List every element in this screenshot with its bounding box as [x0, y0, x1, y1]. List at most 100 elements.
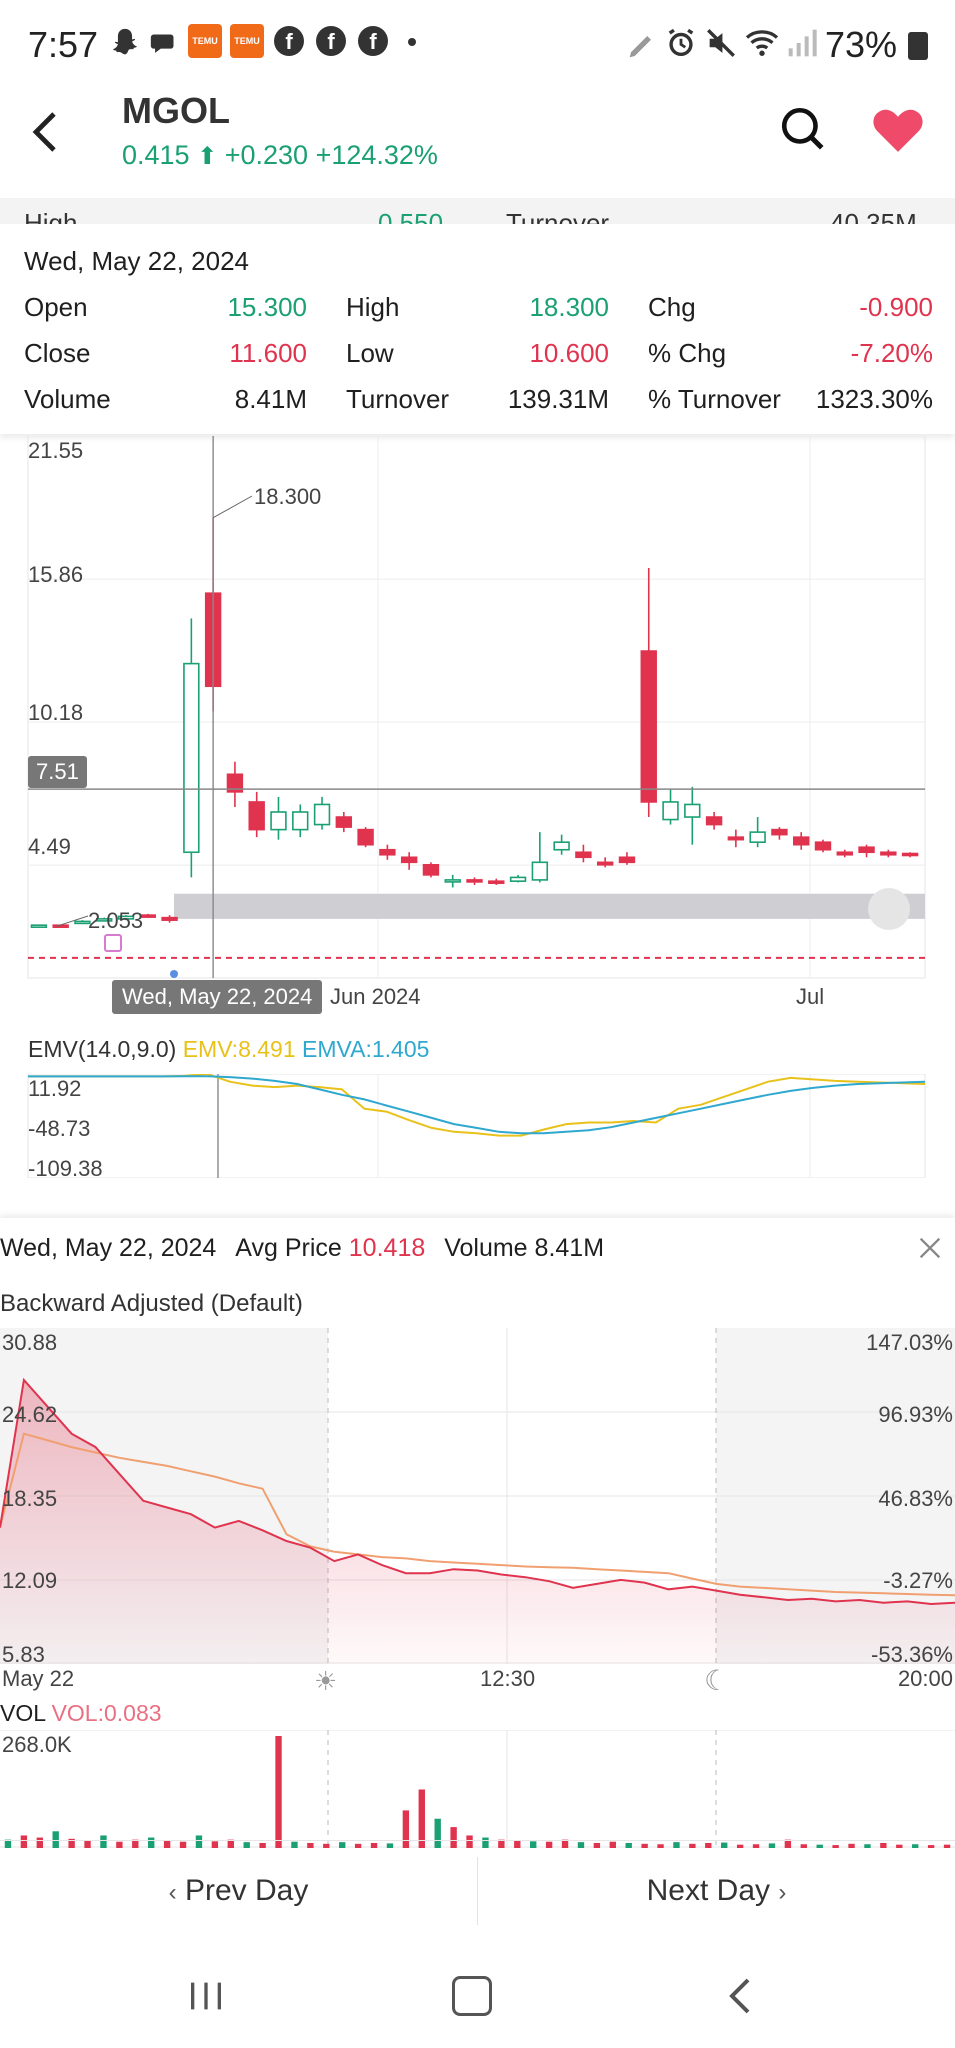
candle-detail-card: Wed, May 22, 2024 Open 15.300 High 18.30… [0, 226, 955, 434]
low-annotation: 2.053 [88, 908, 144, 933]
candle-body [727, 836, 745, 841]
pturnover-value: 1323.30% [815, 384, 933, 414]
x-tick-label: Jun 2024 [330, 984, 421, 1009]
candle-body [531, 861, 549, 881]
peek-high-value: 0.550 [378, 208, 444, 224]
day-navigation: ‹ Prev Day Next Day › [0, 1840, 955, 1941]
candle-body [466, 879, 483, 883]
peek-turnover-value: 40.35M [830, 208, 917, 224]
mute-icon [704, 26, 738, 69]
emv-legend: EMV(14.0,9.0) EMV:8.491 EMVA:1.405 [28, 1036, 429, 1063]
candle-body [270, 811, 287, 831]
search-icon[interactable] [778, 104, 828, 159]
next-day-label: Next Day [646, 1874, 771, 1907]
candle-body [52, 924, 69, 928]
candle-body [771, 828, 788, 836]
intraday-x-label: 20:00 [897, 1666, 953, 1691]
candle-body [793, 836, 810, 846]
candle-body [400, 856, 418, 864]
high-annotation-leader [212, 495, 253, 519]
fullscreen-icon[interactable] [868, 888, 910, 930]
emv-y-label: 11.92 [28, 1076, 82, 1101]
intraday-volume-label: Volume [444, 1234, 528, 1262]
wifi-icon [744, 24, 780, 69]
recent-apps-icon[interactable] [186, 1978, 226, 2019]
dividend-dot-icon[interactable] [170, 970, 178, 978]
high-annotation: 18.300 [254, 484, 322, 509]
pchg-value: -7.20% [850, 338, 933, 368]
candle-body [488, 880, 505, 884]
emv-series-emva [28, 1075, 926, 1135]
prev-day-button[interactable]: ‹ Prev Day [0, 1841, 477, 1941]
moon-icon: ☾ [704, 1665, 730, 1696]
last-price: 0.415 [122, 140, 190, 170]
candle-body [313, 803, 331, 826]
turnover-value: 139.31M [507, 384, 609, 414]
intraday-y-left: 12.09 [2, 1568, 58, 1593]
volume-legend: VOL VOL:0.083 [0, 1700, 162, 1727]
candle-body [901, 852, 919, 857]
candle-body [379, 848, 396, 856]
candle-body [749, 831, 766, 843]
candle-body [618, 856, 636, 864]
volume-value-label: VOL:0.083 [51, 1700, 162, 1726]
prev-day-label: Prev Day [184, 1874, 309, 1907]
y-tick-label: 10.18 [28, 700, 84, 725]
emv-y-label: -109.38 [28, 1156, 103, 1181]
adjustment-selector[interactable]: Backward Adjusted (Default) [0, 1290, 303, 1318]
y-tick-label: 15.86 [28, 562, 84, 587]
volume-profile-band [174, 893, 925, 919]
price-change-pct: +124.32% [315, 140, 438, 170]
intraday-y-right: 96.93% [878, 1402, 953, 1427]
candle-body [858, 846, 875, 854]
candle-body [357, 828, 374, 846]
volume-grid [0, 1730, 955, 1848]
stock-quote: 0.415 ⬆ +0.230 +124.32% [122, 140, 438, 171]
avg-price-label: Avg Price [235, 1234, 342, 1262]
volume-chart[interactable] [0, 1730, 955, 1848]
facebook-icon: f [274, 26, 304, 56]
candle-body [422, 864, 440, 876]
emv-chart[interactable] [0, 1074, 955, 1178]
intraday-price-chart[interactable] [0, 1328, 955, 1664]
favorite-heart-icon[interactable] [870, 106, 926, 159]
daily-candlestick-chart[interactable] [0, 436, 955, 1036]
open-value: 15.300 [227, 292, 307, 322]
stock-symbol: MGOL [122, 90, 230, 131]
home-icon[interactable] [452, 1976, 492, 2016]
temu-icon: TEMU [188, 24, 222, 58]
status-time: 7:57 [28, 24, 99, 65]
close-value: 11.600 [229, 338, 307, 368]
y-tick-label: 4.49 [28, 834, 71, 859]
emv-frame [27, 1074, 926, 1178]
pchg-label: % Chg [648, 338, 727, 368]
crosshair-date-tag: Wed, May 22, 2024 [112, 980, 323, 1014]
crosshair-price-tag: 7.51 [28, 756, 87, 788]
intraday-y-right: -3.27% [883, 1568, 953, 1593]
volume-bar [275, 1736, 282, 1848]
candle-body [444, 879, 461, 883]
snapchat-icon [108, 26, 142, 69]
intraday-header: Wed, May 22, 2024 Avg Price 10.418 Volum… [0, 1234, 604, 1263]
temu-icon: TEMU [230, 24, 264, 58]
detail-date: Wed, May 22, 2024 [24, 246, 249, 276]
emv-series-emv [28, 1074, 926, 1137]
open-label: Open [24, 292, 88, 322]
system-navigation-bar [0, 1940, 955, 2048]
back-button[interactable] [26, 108, 66, 161]
volume-title: VOL [0, 1700, 46, 1726]
next-day-button[interactable]: Next Day › [478, 1841, 955, 1941]
close-icon[interactable] [916, 1234, 944, 1267]
chevron-left-icon: ‹ [168, 1879, 177, 1906]
low-value: 10.600 [529, 338, 609, 368]
intraday-y-left: 5.83 [2, 1642, 45, 1667]
close-label: Close [24, 338, 91, 368]
chg-label: Chg [648, 292, 696, 322]
peek-high-label: High [24, 208, 78, 224]
battery-icon [908, 32, 928, 60]
back-nav-icon[interactable] [726, 1976, 754, 2021]
event-marker-icon[interactable] [104, 934, 122, 952]
emva-value: EMVA:1.405 [302, 1036, 430, 1062]
facebook-icon: f [316, 26, 346, 56]
candle-body [640, 650, 657, 803]
